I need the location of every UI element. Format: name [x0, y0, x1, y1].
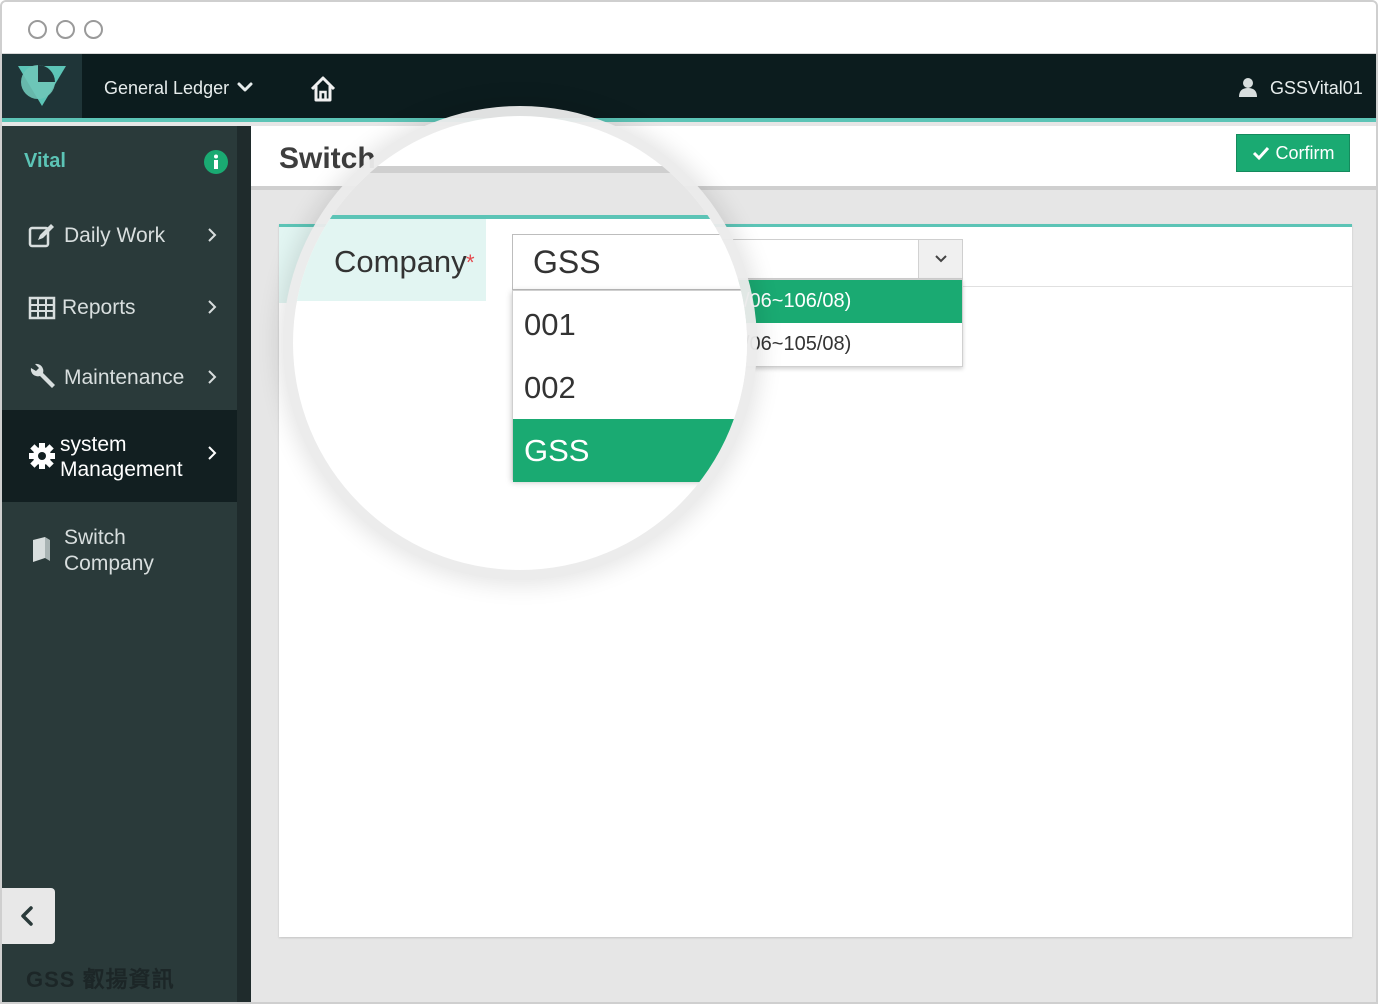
sidebar-item-switch-company[interactable]: Switch Company: [2, 522, 237, 582]
chevron-left-icon: [21, 906, 33, 926]
user-icon: [1239, 78, 1257, 97]
book-icon: [33, 537, 50, 562]
module-selector-label[interactable]: General Ledger: [104, 78, 229, 99]
check-icon: [1252, 146, 1269, 161]
required-mark: *: [466, 250, 475, 275]
app-logo[interactable]: [2, 54, 82, 118]
magnified-background: [293, 173, 747, 218]
sidebar: Vital Daily Work Reports Maintenance sys…: [2, 126, 251, 1002]
sidebar-item-reports[interactable]: Reports: [2, 286, 237, 330]
info-icon[interactable]: [204, 150, 228, 174]
window-minimize-button[interactable]: [56, 20, 75, 39]
sidebar-item-label-line1: Switch: [64, 526, 126, 549]
sidebar-brand: Vital: [24, 150, 66, 172]
company-footer-logo: GSS 叡揚資訊: [26, 967, 175, 992]
gear-icon: [29, 443, 55, 469]
magnifier-lens: Company * GSS 001 002 GSS: [293, 116, 747, 570]
magnified-view: Company * GSS 001 002 GSS: [293, 116, 747, 570]
chevron-right-icon: [208, 300, 217, 314]
chevron-down-icon: [935, 255, 947, 263]
company-dropdown-list: 001 002 GSS: [512, 290, 747, 482]
sidebar-item-label: Reports: [62, 296, 136, 319]
app-window: General Ledger GSSVital01 Vital Daily Wo…: [0, 0, 1378, 1004]
top-navbar: General Ledger GSSVital01: [2, 54, 1376, 122]
select-caret[interactable]: [918, 240, 962, 278]
company-option[interactable]: 002: [513, 356, 747, 419]
sidebar-item-label-line1: system: [60, 433, 127, 456]
window-maximize-button[interactable]: [84, 20, 103, 39]
wrench-icon: [30, 363, 55, 388]
sidebar-collapse-button[interactable]: [2, 888, 55, 944]
confirm-button[interactable]: Corfirm: [1236, 134, 1350, 172]
window-close-button[interactable]: [28, 20, 47, 39]
edit-icon: [28, 224, 54, 248]
window-titlebar: [2, 2, 1376, 54]
chevron-right-icon: [208, 370, 217, 384]
sidebar-item-label: Daily Work: [64, 224, 166, 247]
company-label: Company: [334, 244, 467, 279]
chevron-right-icon: [208, 446, 217, 460]
magnified-header-border: [293, 166, 747, 173]
chevron-right-icon: [208, 228, 217, 242]
home-icon[interactable]: [308, 74, 338, 104]
table-icon: [28, 296, 56, 320]
company-option[interactable]: 001: [513, 293, 747, 356]
sidebar-item-maintenance[interactable]: Maintenance: [2, 356, 237, 400]
company-select-value[interactable]: GSS: [533, 244, 601, 281]
sidebar-item-system-management[interactable]: system Management: [2, 410, 237, 502]
sidebar-item-label-line2: Company: [64, 552, 154, 575]
vital-logo-icon: [18, 65, 66, 106]
sidebar-item-label: Maintenance: [64, 366, 185, 389]
chevron-down-icon[interactable]: [236, 78, 254, 96]
sidebar-item-daily-work[interactable]: Daily Work: [2, 214, 237, 258]
company-option-selected[interactable]: GSS: [513, 419, 747, 482]
user-name[interactable]: GSSVital01: [1270, 78, 1363, 99]
sidebar-item-label-line2: Management: [60, 458, 183, 481]
confirm-button-label: Corfirm: [1275, 142, 1335, 163]
